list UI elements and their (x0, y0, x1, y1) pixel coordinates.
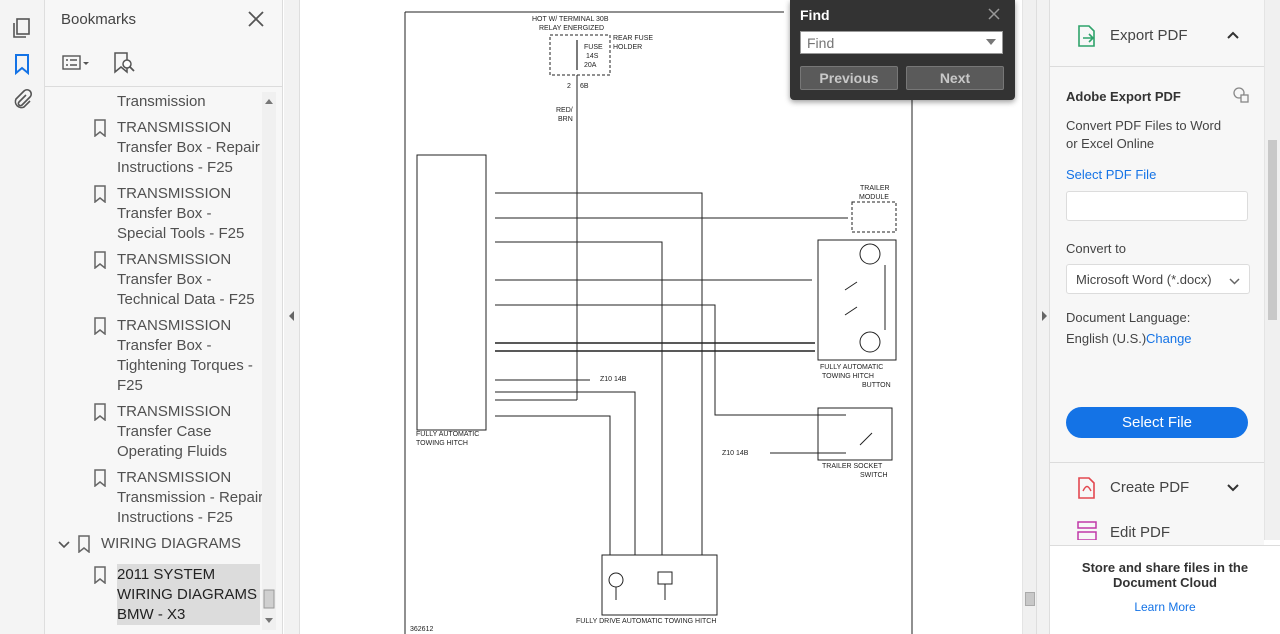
bookmark-icon (94, 251, 106, 270)
bookmark-label: TRANSMISSION Transfer Case Operating Fluid… (117, 403, 232, 460)
close-icon[interactable] (986, 6, 1002, 22)
bookmark-label: TRANSMISSION Transmission - Repair Instruc… (117, 469, 262, 526)
svg-text:FUSE: FUSE (584, 44, 603, 51)
bookmark-label: TRANSMISSION Transfer Box - Special Tools … (117, 185, 245, 242)
divider (1050, 66, 1264, 67)
chevron-down-icon (1229, 274, 1240, 289)
chevron-up-icon[interactable] (1226, 28, 1240, 42)
next-button[interactable]: Next (906, 66, 1004, 90)
svg-text:HOLDER: HOLDER (613, 44, 642, 51)
scroll-thumb[interactable] (1025, 592, 1035, 606)
scroll-thumb[interactable] (1268, 140, 1277, 320)
export-pdf-title[interactable]: Export PDF (1110, 27, 1188, 44)
chevron-down-icon[interactable] (986, 39, 996, 45)
bookmarks-scrollbar[interactable] (262, 92, 276, 630)
select-file-button[interactable]: Select File (1066, 407, 1248, 438)
document-cloud-promo: Store and share files in the Document Clo… (1050, 545, 1280, 634)
svg-text:362612: 362612 (410, 626, 433, 633)
bookmark-label: Transmission (117, 93, 206, 110)
svg-text:MODULE: MODULE (859, 194, 889, 201)
svg-text:FULLY DRIVE AUTOMATIC TOWING H: FULLY DRIVE AUTOMATIC TOWING HITCH (576, 618, 716, 625)
document-language-value: English (U.S.) (1066, 331, 1147, 346)
bookmark-label: TRANSMISSION Transfer Box - Tightening Tor… (117, 317, 253, 394)
document-scrollbar[interactable] (1022, 0, 1036, 634)
tools-scrollbar[interactable] (1264, 0, 1280, 540)
bookmarks-icon[interactable] (10, 52, 34, 76)
svg-text:FULLY AUTOMATIC: FULLY AUTOMATIC (416, 431, 479, 438)
change-language-link[interactable]: Change (1146, 331, 1192, 346)
svg-text:TRAILER SOCKET: TRAILER SOCKET (822, 463, 883, 470)
bookmarks-title: Bookmarks (61, 11, 137, 28)
adobe-export-heading: Adobe Export PDF (1066, 89, 1181, 104)
export-pdf-icon (1076, 24, 1098, 53)
format-select[interactable]: Microsoft Word (*.docx) (1066, 264, 1250, 294)
edit-pdf-label[interactable]: Edit PDF (1110, 524, 1170, 541)
svg-text:20A: 20A (584, 62, 597, 69)
learn-more-link[interactable]: Learn More (1050, 600, 1280, 614)
tools-panel: Export PDF Adobe Export PDF Convert PDF … (1050, 0, 1280, 634)
pdf-viewer-window: Bookmarks Transmission TRANSMISSION Trans… (0, 0, 1280, 634)
svg-text:RED/: RED/ (556, 107, 573, 114)
cloud-files-icon[interactable] (1232, 86, 1250, 109)
bookmark-icon (94, 469, 106, 488)
divider (1050, 462, 1264, 463)
svg-text:TOWING HITCH: TOWING HITCH (416, 440, 468, 447)
left-tool-rail (0, 0, 45, 634)
bookmark-icon (94, 566, 106, 585)
chevron-down-icon[interactable] (1226, 481, 1240, 495)
selected-file-field[interactable] (1066, 191, 1248, 221)
collapse-right-panel-handle[interactable] (1036, 0, 1050, 634)
cloud-promo-text: Store and share files in the Document Clo… (1081, 560, 1249, 590)
svg-text:SWITCH: SWITCH (860, 472, 888, 479)
select-pdf-file-link[interactable]: Select PDF File (1066, 167, 1156, 182)
find-bookmark-icon[interactable] (111, 50, 137, 76)
svg-text:BUTTON: BUTTON (862, 382, 891, 389)
edit-pdf-icon (1076, 520, 1098, 545)
svg-text:RELAY ENERGIZED: RELAY ENERGIZED (539, 25, 604, 32)
format-select-value: Microsoft Word (*.docx) (1076, 272, 1212, 287)
attachments-icon[interactable] (10, 88, 34, 112)
bookmark-icon (94, 185, 106, 204)
svg-text:Z10 14B: Z10 14B (600, 376, 627, 383)
bookmark-label: 2011 SYSTEM WIRING DIAGRAMS BMW - X3 (117, 564, 260, 625)
svg-text:6B: 6B (580, 83, 589, 90)
bookmark-label: WIRING DIAGRAMS (101, 535, 242, 552)
create-pdf-icon (1076, 476, 1098, 505)
collapse-left-panel-handle[interactable] (284, 0, 300, 634)
document-language-label: Document Language: (1066, 310, 1191, 325)
bookmark-label: TRANSMISSION Transfer Box - Repair Instruc… (117, 119, 260, 176)
bookmark-options-button[interactable] (61, 50, 93, 76)
find-dialog: Find Previous Next (790, 0, 1015, 100)
previous-button[interactable]: Previous (800, 66, 898, 90)
convert-to-label: Convert to (1066, 241, 1126, 256)
svg-text:2: 2 (567, 83, 571, 90)
svg-text:FULLY AUTOMATIC: FULLY AUTOMATIC (820, 364, 883, 371)
svg-text:REAR FUSE: REAR FUSE (613, 35, 653, 42)
svg-text:TOWING HITCH: TOWING HITCH (822, 373, 874, 380)
divider (45, 86, 283, 87)
bookmark-icon (78, 535, 90, 554)
svg-text:HOT W/ TERMINAL 30B: HOT W/ TERMINAL 30B (532, 16, 609, 23)
bookmark-icon (94, 317, 106, 336)
create-pdf-label[interactable]: Create PDF (1110, 479, 1189, 496)
find-input[interactable] (800, 31, 1003, 54)
bookmarks-panel: Bookmarks Transmission TRANSMISSION Trans… (45, 0, 283, 634)
bookmark-label: TRANSMISSION Transfer Box - Technical Data… (117, 251, 255, 308)
svg-text:TRAILER: TRAILER (860, 185, 890, 192)
bookmark-list: Transmission TRANSMISSION Transfer Box - … (45, 88, 262, 634)
bookmark-icon (94, 403, 106, 422)
find-title: Find (800, 7, 830, 23)
export-description: Convert PDF Files to Word or Excel Online (1066, 118, 1222, 151)
bookmark-icon (94, 119, 106, 138)
page-thumbnails-icon[interactable] (10, 16, 34, 40)
chevron-down-icon[interactable] (57, 538, 71, 556)
svg-text:14S: 14S (586, 53, 599, 60)
svg-text:Z10 14B: Z10 14B (722, 450, 749, 457)
close-icon[interactable] (245, 8, 267, 30)
svg-text:BRN: BRN (558, 116, 573, 123)
